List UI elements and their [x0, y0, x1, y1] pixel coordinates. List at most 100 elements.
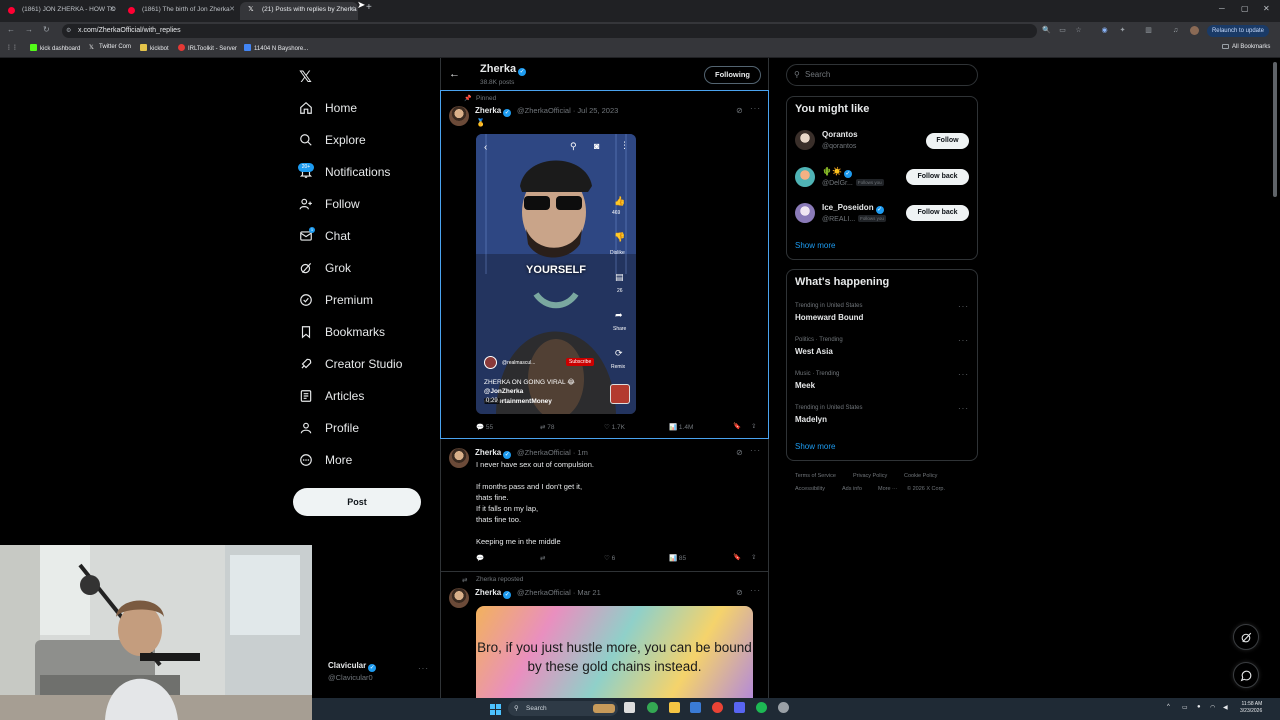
avatar[interactable] — [795, 167, 815, 187]
post-video[interactable]: ‹ ⚲ ◙ ⋮ YOURSELF 👍 469 👎 Dislike ▤ 26 ➦ … — [476, 134, 636, 414]
bookmark-item[interactable]: 11404 N Bayshore... — [244, 44, 308, 52]
cast-icon[interactable]: ▭ — [1058, 26, 1067, 35]
spotify-icon[interactable] — [756, 702, 767, 713]
nav-follow[interactable]: Follow — [298, 192, 360, 216]
reply-action[interactable]: 💬 — [476, 554, 484, 562]
profile-avatar-icon[interactable] — [1190, 26, 1199, 35]
nav-explore[interactable]: Explore — [298, 128, 366, 152]
file-explorer-icon[interactable] — [669, 702, 680, 713]
nav-premium[interactable]: Premium — [298, 288, 373, 312]
remix-icon[interactable]: ⟳ — [615, 348, 623, 359]
views-action[interactable]: 📊 1.4M — [669, 423, 693, 431]
avatar[interactable] — [449, 588, 469, 608]
like-action[interactable]: ♡ 1.7K — [604, 423, 625, 431]
footer-link[interactable]: More ··· — [878, 486, 898, 492]
discord-icon[interactable] — [734, 702, 745, 713]
bookmark-item[interactable]: kick dashboard — [30, 44, 80, 52]
bookmark-action-icon[interactable]: 🔖 — [733, 553, 741, 561]
follow-back-button[interactable]: Follow back — [906, 169, 969, 185]
tab-close-icon[interactable]: ✕ — [109, 2, 115, 18]
video-back-icon[interactable]: ‹ — [484, 142, 487, 153]
post-menu-dots-icon[interactable]: ··· — [750, 104, 761, 113]
comment-icon[interactable]: ▤ — [615, 272, 624, 283]
post-menu-dots-icon[interactable]: ··· — [750, 446, 761, 455]
new-tab-button[interactable]: + — [366, 2, 372, 13]
bookmark-item[interactable]: kickbot — [140, 44, 169, 52]
nav-articles[interactable]: Articles — [298, 384, 364, 408]
task-view-icon[interactable] — [624, 702, 635, 713]
wifi-icon[interactable]: ◠ — [1210, 704, 1215, 711]
messages-fab-button[interactable] — [1233, 662, 1259, 688]
x-logo-icon[interactable]: 𝕏 — [299, 67, 312, 87]
post-author-handle[interactable]: @ZherkaOfficial · 1m — [517, 448, 588, 457]
post-button[interactable]: Post — [293, 488, 421, 516]
tray-app-icon[interactable]: ▭ — [1182, 704, 1188, 711]
zoom-icon[interactable]: 🔍 — [1042, 26, 1051, 35]
bookmark-action-icon[interactable]: 🔖 — [733, 422, 741, 430]
browser-tab-active[interactable]: 𝕏 (21) Posts with replies by Zherka ✕ — [240, 2, 358, 20]
nav-home[interactable]: Home — [298, 96, 357, 120]
bookmark-item[interactable]: 𝕏 Twitter Com — [89, 44, 131, 51]
show-more-link[interactable]: Show more — [795, 442, 835, 451]
camera-icon[interactable]: ◙ — [594, 141, 599, 151]
trend-name[interactable]: Homeward Bound — [795, 313, 863, 322]
nav-profile[interactable]: Profile — [298, 416, 359, 440]
account-menu-dots-icon[interactable]: ··· — [418, 664, 429, 673]
bookmark-item[interactable]: IRLToolkit - Server — [178, 44, 237, 52]
music-thumbnail[interactable] — [610, 384, 630, 404]
channel-avatar[interactable] — [484, 356, 497, 369]
site-info-icon[interactable]: ⚙ — [66, 24, 71, 38]
reload-icon[interactable]: ↻ — [43, 25, 50, 34]
search-input[interactable]: ⚲ Search — [786, 64, 978, 86]
tray-mic-icon[interactable]: ● — [1197, 704, 1201, 710]
taskbar-search[interactable]: ⚲ Search — [508, 701, 618, 716]
taskbar-clock[interactable]: 11:58 AM 3/23/2026 — [1240, 701, 1262, 715]
settings-icon[interactable] — [778, 702, 789, 713]
follow-button[interactable]: Follow — [926, 133, 969, 149]
nav-chat[interactable]: Chat — [298, 224, 350, 248]
suggested-user-name[interactable]: Qorantos — [822, 130, 858, 139]
avatar[interactable] — [449, 448, 469, 468]
chrome-icon[interactable] — [647, 702, 658, 713]
tab-close-icon[interactable]: ✕ — [229, 2, 235, 18]
thumbs-up-icon[interactable]: 👍 — [614, 196, 625, 207]
share-icon[interactable]: ⇪ — [751, 553, 756, 561]
footer-link[interactable]: Cookie Policy — [904, 473, 937, 479]
apps-icon[interactable]: ⋮⋮ — [6, 44, 18, 51]
post-menu-dots-icon[interactable]: ··· — [750, 586, 761, 595]
extensions-puzzle-icon[interactable]: ✦ — [1118, 26, 1127, 35]
browser-tab[interactable]: (1861) JON ZHERKA - HOW TO ✕ — [0, 2, 118, 20]
page-scrollbar[interactable] — [1273, 62, 1277, 197]
like-action[interactable]: ♡ 6 — [604, 554, 615, 562]
extension-icon[interactable]: ◉ — [1100, 26, 1109, 35]
follow-back-button[interactable]: Follow back — [906, 205, 969, 221]
maximize-icon[interactable]: ▢ — [1241, 4, 1249, 13]
share-arrow-icon[interactable]: ➦ — [615, 310, 623, 321]
window-close-icon[interactable]: ✕ — [1263, 4, 1270, 13]
post-image[interactable]: Bro, if you just hustle more, you can be… — [476, 606, 753, 698]
tab-close-icon[interactable]: ✕ — [349, 2, 355, 18]
grok-icon[interactable]: ⊘ — [736, 588, 743, 597]
all-bookmarks[interactable]: All Bookmarks — [1222, 44, 1270, 50]
back-icon[interactable]: ← — [7, 25, 15, 34]
minimize-icon[interactable]: ─ — [1219, 4, 1225, 13]
avatar[interactable] — [795, 203, 815, 223]
footer-link[interactable]: Ads info — [842, 486, 862, 492]
trend-name[interactable]: Meek — [795, 381, 815, 390]
windows-start-icon[interactable] — [490, 702, 501, 715]
views-action[interactable]: 📊 85 — [669, 554, 686, 562]
side-panel-icon[interactable]: ▥ — [1144, 26, 1153, 35]
trend-menu-dots-icon[interactable]: ··· — [958, 404, 969, 413]
grok-icon[interactable]: ⊘ — [736, 106, 743, 115]
footer-link[interactable]: Terms of Service — [795, 473, 836, 479]
avatar[interactable] — [449, 106, 469, 126]
post-author-name[interactable]: Zherka ✓ — [475, 588, 512, 599]
video-menu-icon[interactable]: ⋮ — [620, 140, 629, 151]
tray-chevron-icon[interactable]: ^ — [1167, 704, 1170, 710]
footer-link[interactable]: Privacy Policy — [853, 473, 887, 479]
nav-more[interactable]: More — [298, 448, 352, 472]
url-bar[interactable]: ⚙ x.com/ZherkaOfficial/with_replies — [62, 24, 1037, 38]
trend-menu-dots-icon[interactable]: ··· — [958, 370, 969, 379]
browser-tab[interactable]: (1861) The birth of Jon Zherka ✕ — [120, 2, 238, 20]
suggested-user-name[interactable]: Ice_Poseidon ✓ — [822, 203, 884, 214]
